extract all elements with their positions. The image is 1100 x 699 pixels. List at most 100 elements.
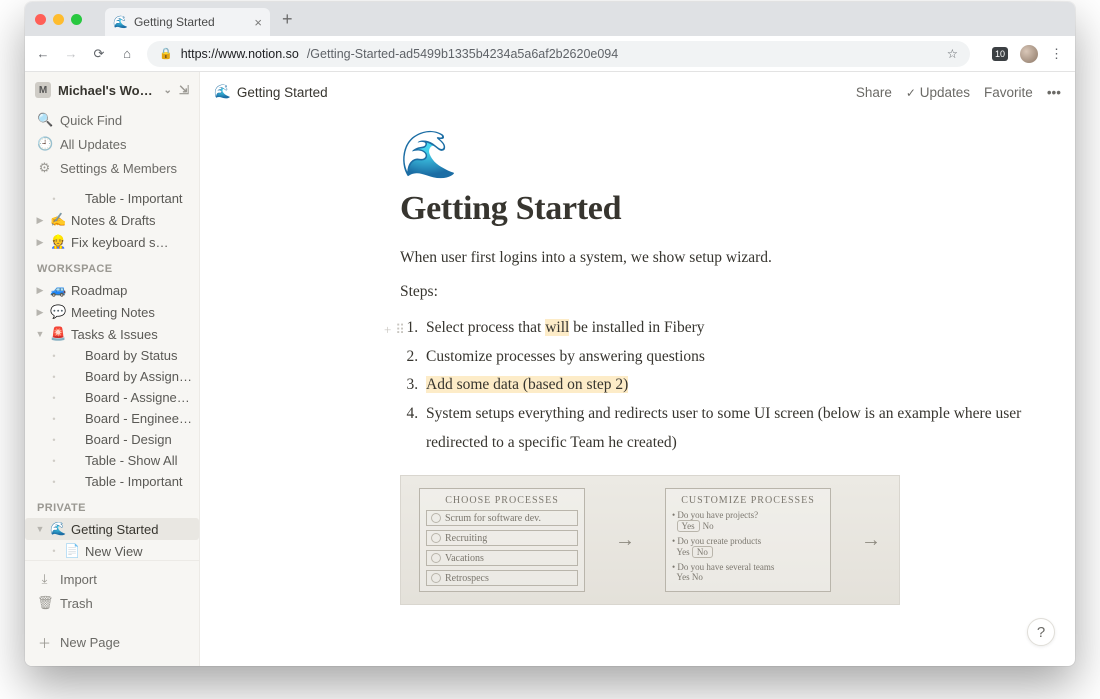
sidebar-item[interactable]: • Table - Important bbox=[25, 188, 199, 209]
page-emoji: 💬 bbox=[50, 304, 66, 320]
home-button[interactable]: ⌂ bbox=[119, 46, 135, 61]
browser-menu-button[interactable]: ⋮ bbox=[1050, 46, 1065, 62]
sidebar-item[interactable]: •Table - Important bbox=[25, 471, 199, 492]
list-item[interactable]: Add some data (based on step 2) 💬 1 bbox=[422, 371, 1035, 400]
page-emoji: 🚨 bbox=[50, 326, 66, 342]
sidebar-item[interactable]: • Table - Show All bbox=[25, 450, 199, 471]
settings-members[interactable]: ⚙ Settings & Members bbox=[31, 156, 193, 180]
sidebar-item-label: Board - Design bbox=[85, 432, 172, 447]
sidebar-item[interactable]: •Board - Enginee… bbox=[25, 408, 199, 429]
arrow-icon: → bbox=[615, 529, 635, 552]
favorite-button[interactable]: Favorite bbox=[984, 85, 1033, 100]
page-emoji: 👷 bbox=[50, 234, 66, 250]
forward-button[interactable]: → bbox=[63, 46, 79, 61]
workspace-switcher[interactable]: M Michael's Work… ⌄ ⇲ bbox=[25, 72, 199, 106]
back-button[interactable]: ← bbox=[35, 46, 51, 61]
sidebar-item[interactable]: •Board - Assigne… bbox=[25, 387, 199, 408]
bullet-icon: • bbox=[49, 393, 59, 403]
all-updates-label: All Updates bbox=[60, 137, 126, 152]
sidebar-item-label: New View bbox=[85, 544, 143, 559]
page-emoji-hero[interactable]: 🌊 bbox=[400, 132, 1035, 178]
extension-badge[interactable]: 10 bbox=[992, 47, 1008, 61]
bullet-icon: • bbox=[49, 372, 59, 382]
add-block-icon[interactable]: + bbox=[384, 318, 391, 342]
share-button[interactable]: Share bbox=[856, 85, 892, 100]
sidebar-item-label: Meeting Notes bbox=[71, 305, 155, 320]
sidebar-quick-section: 🔍 Quick Find 🕘 All Updates ⚙ Settings & … bbox=[25, 106, 199, 188]
chevron-down-icon: ⌄ bbox=[164, 85, 172, 96]
ordered-list: + ⠿ Select process that will be installe… bbox=[400, 314, 1035, 457]
address-bar[interactable]: 🔒 https://www.notion.so/Getting-Started-… bbox=[147, 41, 970, 67]
reload-button[interactable]: ⟳ bbox=[91, 46, 107, 62]
more-menu-button[interactable]: ••• bbox=[1047, 85, 1061, 100]
clock-icon: 🕘 bbox=[37, 136, 52, 152]
breadcrumb[interactable]: 🌊 Getting Started bbox=[214, 84, 328, 100]
browser-toolbar: ← → ⟳ ⌂ 🔒 https://www.notion.so/Getting-… bbox=[25, 36, 1075, 72]
minimize-window-button[interactable] bbox=[53, 14, 64, 25]
disclosure-icon[interactable]: ▶ bbox=[35, 237, 45, 248]
sidebar-expand-icon[interactable]: ⇲ bbox=[179, 83, 189, 97]
star-icon[interactable]: ☆ bbox=[947, 46, 958, 61]
block-handles[interactable]: + ⠿ bbox=[384, 318, 405, 342]
sidebar-item-meeting-notes[interactable]: ▶ 💬 Meeting Notes bbox=[25, 301, 199, 323]
updates-button[interactable]: ✓ Updates bbox=[906, 85, 970, 100]
quick-find[interactable]: 🔍 Quick Find bbox=[31, 108, 193, 132]
sketch-panel: Customize Processes • Do you have projec… bbox=[665, 488, 831, 592]
bullet-icon: • bbox=[49, 456, 59, 466]
bullet-icon: • bbox=[49, 194, 59, 204]
page-emoji: 🚙 bbox=[50, 282, 66, 298]
list-item[interactable]: System setups everything and redirects u… bbox=[422, 400, 1035, 457]
list-item[interactable]: Customize processes by answering questio… bbox=[422, 343, 1035, 372]
lock-icon: 🔒 bbox=[159, 47, 173, 60]
sidebar-item-getting-started[interactable]: ▼ 🌊 Getting Started bbox=[25, 518, 199, 540]
url-path: /Getting-Started-ad5499b1335b4234a5a6af2… bbox=[307, 47, 618, 61]
sidebar-item[interactable]: •Board by Assign… bbox=[25, 366, 199, 387]
all-updates[interactable]: 🕘 All Updates bbox=[31, 132, 193, 156]
sidebar-item[interactable]: • Board - Design bbox=[25, 429, 199, 450]
gear-icon: ⚙ bbox=[37, 160, 52, 176]
paragraph[interactable]: When user first logins into a system, we… bbox=[400, 246, 1035, 270]
drag-handle-icon[interactable]: ⠿ bbox=[395, 318, 405, 342]
highlight: Add some data (based on step 2) bbox=[426, 376, 628, 393]
sidebar-item-label: Board by Status bbox=[85, 348, 178, 363]
tab-close-icon[interactable]: × bbox=[254, 15, 262, 30]
sidebar-item[interactable]: •Board by Status bbox=[25, 345, 199, 366]
url-host: https://www.notion.so bbox=[181, 47, 299, 61]
sidebar-item[interactable]: ▶ 👷 Fix keyboard s… bbox=[25, 231, 199, 253]
trash-button[interactable]: 🗑 Trash bbox=[31, 591, 193, 615]
new-tab-button[interactable]: + bbox=[282, 9, 293, 30]
sidebar-item-label: Fix keyboard s… bbox=[71, 235, 169, 250]
new-page-button[interactable]: ＋ New Page bbox=[31, 629, 193, 656]
embedded-image[interactable]: Choose Processes Scrum for software dev.… bbox=[400, 475, 900, 605]
disclosure-icon[interactable]: ▶ bbox=[35, 307, 45, 318]
disclosure-icon[interactable]: ▶ bbox=[35, 285, 45, 296]
main-area: 🌊 Getting Started Share ✓ Updates Favori… bbox=[200, 72, 1075, 666]
sidebar-item-label: Board - Enginee… bbox=[85, 411, 192, 426]
arrow-icon: → bbox=[861, 529, 881, 552]
close-window-button[interactable] bbox=[35, 14, 46, 25]
zoom-window-button[interactable] bbox=[71, 14, 82, 25]
workspace-name: Michael's Work… bbox=[58, 83, 157, 98]
page-title[interactable]: Getting Started bbox=[400, 190, 1035, 228]
help-button[interactable]: ? bbox=[1027, 618, 1055, 646]
disclosure-icon[interactable]: ▼ bbox=[35, 524, 45, 534]
profile-avatar[interactable] bbox=[1020, 45, 1038, 63]
sidebar-item-tasks-issues[interactable]: ▼ 🚨 Tasks & Issues bbox=[25, 323, 199, 345]
new-page-label: New Page bbox=[60, 635, 120, 650]
sidebar-item-roadmap[interactable]: ▶ 🚙 Roadmap bbox=[25, 279, 199, 301]
sidebar-item[interactable]: ▶ ✍️ Notes & Drafts bbox=[25, 209, 199, 231]
sidebar-item-label: Getting Started bbox=[71, 522, 158, 537]
disclosure-icon[interactable]: ▼ bbox=[35, 329, 45, 339]
sidebar-item-label: Notes & Drafts bbox=[71, 213, 156, 228]
workspace-avatar: M bbox=[35, 82, 51, 98]
window-controls bbox=[35, 14, 82, 25]
browser-tab[interactable]: 🌊 Getting Started × bbox=[105, 8, 270, 36]
sidebar-item[interactable]: • 📄 New View bbox=[25, 540, 199, 560]
list-item[interactable]: + ⠿ Select process that will be installe… bbox=[422, 314, 1035, 343]
disclosure-icon[interactable]: ▶ bbox=[35, 215, 45, 226]
paragraph[interactable]: Steps: bbox=[400, 280, 1035, 304]
settings-label: Settings & Members bbox=[60, 161, 177, 176]
import-button[interactable]: ⤓ Import bbox=[31, 567, 193, 591]
sidebar-item-label: Table - Show All bbox=[85, 453, 178, 468]
bullet-icon: • bbox=[49, 435, 59, 445]
